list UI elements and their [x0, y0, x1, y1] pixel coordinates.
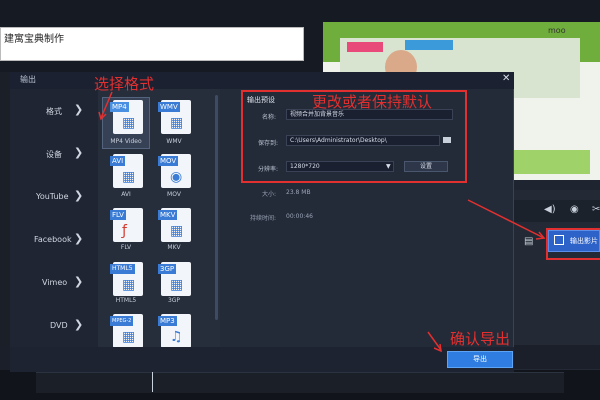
- annotation-select-format: 选择格式: [94, 75, 155, 93]
- annotation-change-or-keep: 更改或者保持默认: [312, 93, 433, 111]
- arrow-confirm-export: [427, 331, 442, 351]
- annotation-confirm-export: 确认导出: [450, 330, 511, 348]
- arrow-export-video: [467, 199, 545, 239]
- arrow-select-format: [100, 91, 113, 119]
